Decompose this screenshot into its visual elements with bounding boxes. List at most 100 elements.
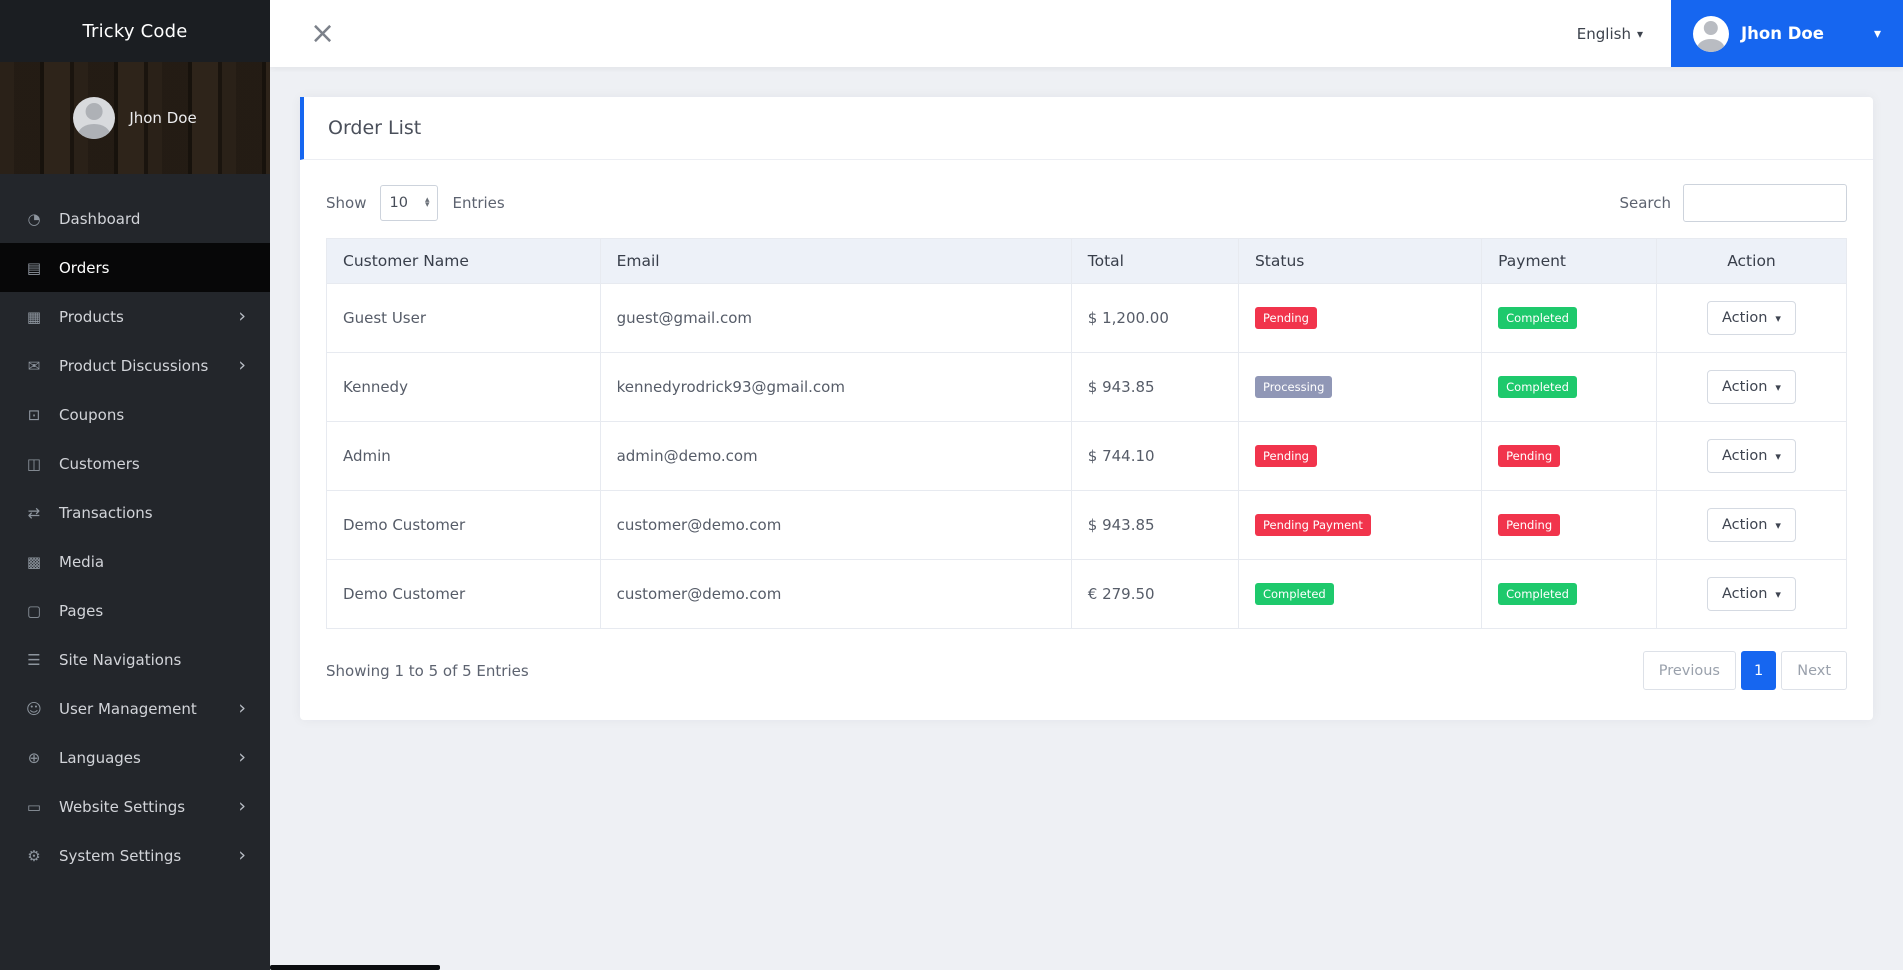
close-icon[interactable]: × (310, 18, 335, 49)
email-cell: customer@demo.com (599, 490, 1072, 560)
horizontal-scrollbar[interactable] (270, 965, 440, 970)
payment-badge: Completed (1498, 583, 1577, 605)
sidebar-item-label: Coupons (59, 405, 125, 424)
table-footer: Showing 1 to 5 of 5 Entries Previous 1 N… (326, 651, 1847, 690)
chevron-down-icon: ▾ (1775, 449, 1781, 463)
search-input[interactable] (1683, 184, 1847, 222)
chevron-down-icon: ▾ (1775, 311, 1781, 325)
customer-name-cell: Admin (326, 421, 601, 491)
sidebar-item-label: Product Discussions (59, 356, 209, 375)
entries-summary: Showing 1 to 5 of 5 Entries (326, 661, 529, 680)
status-cell: Processing (1237, 352, 1483, 422)
coupons-icon: ⊡ (27, 405, 41, 424)
transactions-icon: ⇄ (27, 503, 41, 522)
sidebar-item-product-discussions[interactable]: ✉ Product Discussions › (0, 341, 270, 390)
column-header-payment: Payment (1481, 238, 1657, 284)
customer-name-cell: Guest User (326, 283, 601, 353)
action-button[interactable]: Action ▾ (1707, 577, 1796, 611)
page-size-value: 10 (389, 195, 408, 211)
total-cell: € 279.50 (1070, 559, 1239, 629)
sidebar-item-languages[interactable]: ⊕ Languages › (0, 733, 270, 782)
sidebar-item-system-settings[interactable]: ⚙ System Settings › (0, 831, 270, 880)
user-avatar (1693, 15, 1729, 52)
action-button[interactable]: Action ▾ (1707, 439, 1796, 473)
sidebar-item-label: Pages (59, 601, 104, 620)
payment-cell: Pending (1481, 490, 1657, 560)
language-dropdown[interactable]: English ▾ (1577, 25, 1643, 43)
pagination: Previous 1 Next (1642, 651, 1847, 690)
table-row: Demo Customer customer@demo.com € 279.50 Co… (326, 559, 1848, 629)
sidebar-item-products[interactable]: ▦ Products › (0, 292, 270, 341)
status-badge: Completed (1254, 583, 1334, 605)
payment-badge: Pending (1498, 514, 1561, 536)
payment-cell: Completed (1481, 283, 1657, 353)
chevron-right-icon: › (238, 746, 246, 768)
entries-label: Entries (452, 194, 505, 212)
column-header-customer-name: Customer Name (326, 238, 601, 284)
user-name: Jhon Doe (1741, 24, 1824, 43)
status-cell: Pending (1237, 421, 1483, 491)
user-menu[interactable]: Jhon Doe ▾ (1671, 0, 1903, 67)
action-button[interactable]: Action ▾ (1707, 370, 1796, 404)
table-controls: Show 10 ▴ ▾ Entries Search (326, 184, 1847, 222)
topbar: × English ▾ Jhon Doe ▾ (270, 0, 1903, 67)
total-cell: $ 943.85 (1070, 352, 1239, 422)
payment-cell: Completed (1481, 352, 1657, 422)
customers-icon: ◫ (26, 454, 42, 473)
page-size-select[interactable]: 10 ▴ ▾ (380, 185, 439, 221)
column-header-total: Total (1070, 238, 1239, 284)
sidebar-item-label: Media (59, 552, 105, 571)
sidebar-item-website-settings[interactable]: ▭ Website Settings › (0, 782, 270, 831)
table-header-row: Customer Name Email Total Status Payment Acti… (326, 238, 1848, 284)
site-navigations-icon: ☰ (27, 650, 41, 669)
email-cell: kennedyrodrick93@gmail.com (599, 352, 1072, 422)
action-button-label: Action (1722, 310, 1768, 326)
sidebar: Tricky Code Jhon Doe ◔ Dashboard ▤ Orders ▦ P… (0, 0, 270, 970)
sidebar-item-label: Orders (59, 258, 110, 277)
brand-title: Tricky Code (0, 0, 270, 62)
sidebar-item-dashboard[interactable]: ◔ Dashboard (0, 194, 270, 243)
profile-avatar (73, 97, 116, 139)
action-button[interactable]: Action ▾ (1707, 508, 1796, 542)
sidebar-item-label: Customers (59, 454, 140, 473)
chevron-right-icon: › (238, 795, 246, 817)
sidebar-nav: ◔ Dashboard ▤ Orders ▦ Products › ✉ Product Disc… (0, 174, 270, 880)
chevron-right-icon: › (238, 305, 246, 327)
total-cell: $ 744.10 (1070, 421, 1239, 491)
chevron-down-icon: ▾ (1775, 518, 1781, 532)
email-cell: customer@demo.com (599, 559, 1072, 629)
sidebar-item-site-navigations[interactable]: ☰ Site Navigations (0, 635, 270, 684)
pages-icon: ▢ (26, 601, 42, 620)
sidebar-item-label: Site Navigations (59, 650, 182, 669)
sidebar-item-label: Transactions (59, 503, 153, 522)
main-content: Order List Show 10 ▴ ▾ Entries Search Cus… (270, 67, 1903, 970)
pagination-page-1[interactable]: 1 (1740, 651, 1777, 690)
card-header: Order List (300, 97, 1873, 160)
products-icon: ▦ (26, 307, 42, 326)
table-row: Demo Customer customer@demo.com $ 943.85 Pe… (326, 490, 1848, 560)
sidebar-item-user-management[interactable]: ☺ User Management › (0, 684, 270, 733)
sidebar-item-customers[interactable]: ◫ Customers (0, 439, 270, 488)
pagination-next[interactable]: Next (1781, 651, 1847, 690)
card-body: Show 10 ▴ ▾ Entries Search Customer Name E… (300, 160, 1873, 720)
action-button-label: Action (1722, 379, 1768, 395)
action-button[interactable]: Action ▾ (1707, 301, 1796, 335)
page-title: Order List (328, 117, 422, 139)
product-discussions-icon: ✉ (27, 356, 41, 375)
sidebar-item-label: User Management (59, 699, 197, 718)
status-badge: Pending Payment (1254, 514, 1371, 536)
sidebar-item-label: System Settings (59, 846, 182, 865)
pagination-previous[interactable]: Previous (1642, 651, 1736, 690)
customer-name-cell: Demo Customer (326, 559, 601, 629)
sidebar-item-media[interactable]: ▩ Media (0, 537, 270, 586)
sidebar-item-label: Dashboard (59, 209, 141, 228)
action-cell: Action ▾ (1655, 352, 1848, 422)
sidebar-item-pages[interactable]: ▢ Pages (0, 586, 270, 635)
sidebar-item-orders[interactable]: ▤ Orders (0, 243, 270, 292)
sidebar-item-coupons[interactable]: ⊡ Coupons (0, 390, 270, 439)
show-label: Show (326, 194, 367, 212)
status-cell: Pending Payment (1237, 490, 1483, 560)
sidebar-item-transactions[interactable]: ⇄ Transactions (0, 488, 270, 537)
total-cell: $ 943.85 (1070, 490, 1239, 560)
language-label: English (1576, 24, 1631, 43)
